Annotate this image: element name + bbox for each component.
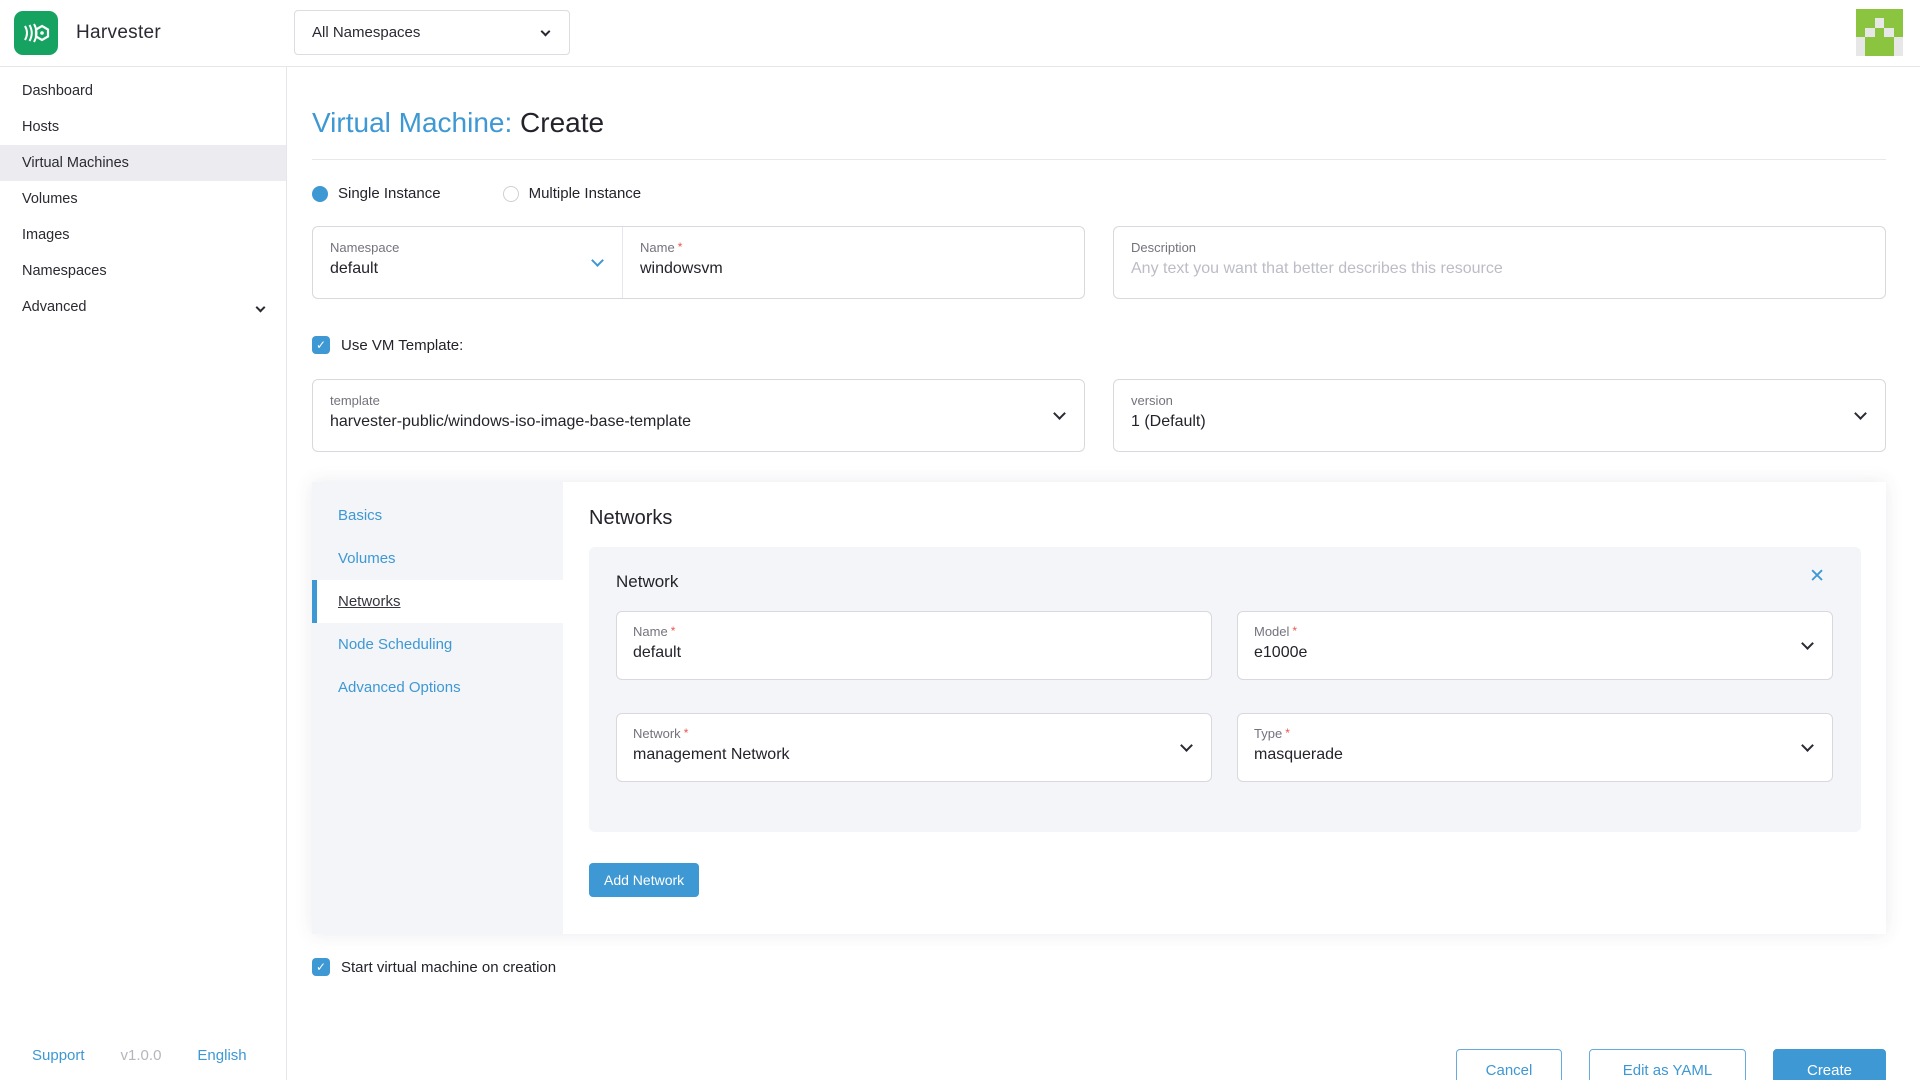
close-icon[interactable]: ✕ (1809, 567, 1825, 586)
sidebar-item-images[interactable]: Images (0, 217, 286, 253)
namespace-label: Namespace (330, 240, 605, 255)
edit-as-yaml-button[interactable]: Edit as YAML (1589, 1049, 1746, 1080)
networks-tab-panel: Networks ✕ Network Name* default Model* … (563, 482, 1886, 934)
description-field[interactable]: Description (1113, 226, 1886, 299)
start-on-creation-row: ✓ Start virtual machine on creation (312, 958, 1886, 976)
sidebar-item-virtual-machines[interactable]: Virtual Machines (0, 145, 286, 181)
sidebar-footer: Support v1.0.0 English (32, 1047, 247, 1064)
instance-mode-group: Single Instance Multiple Instance (312, 185, 1886, 202)
template-row: template harvester-public/windows-iso-im… (312, 379, 1886, 452)
sidebar-item-namespaces[interactable]: Namespaces (0, 253, 286, 289)
use-vm-template-label: Use VM Template: (341, 337, 463, 354)
tab-networks[interactable]: Networks (312, 580, 563, 623)
network-network-select[interactable]: Network* management Network (616, 713, 1212, 782)
use-vm-template-checkbox[interactable]: ✓ (312, 336, 330, 354)
version-select[interactable]: version 1 (Default) (1113, 379, 1886, 452)
start-on-creation-label: Start virtual machine on creation (341, 959, 556, 976)
template-label: template (330, 393, 1067, 408)
network-name-value: default (633, 644, 1195, 662)
top-bar: Harvester All Namespaces (0, 0, 1920, 67)
chevron-down-icon (541, 26, 551, 36)
create-button[interactable]: Create (1773, 1049, 1886, 1080)
sidebar-item-dashboard[interactable]: Dashboard (0, 73, 286, 109)
name-field[interactable]: Name* (623, 227, 1084, 298)
description-input[interactable] (1131, 260, 1868, 278)
radio-unselected-icon (503, 186, 519, 202)
tab-basics[interactable]: Basics (312, 494, 563, 537)
check-icon: ✓ (316, 960, 326, 974)
network-card-title: Network (616, 572, 1833, 592)
name-row: Namespace default Name* Description (312, 226, 1886, 299)
sidebar-item-volumes[interactable]: Volumes (0, 181, 286, 217)
page-title: Virtual Machine: Create (312, 107, 1886, 139)
main-content: Virtual Machine: Create Single Instance … (287, 67, 1920, 976)
language-link[interactable]: English (197, 1047, 246, 1064)
use-vm-template-row: ✓ Use VM Template: (312, 336, 1886, 354)
sidebar-item-advanced[interactable]: Advanced (0, 289, 286, 325)
chevron-down-icon (256, 302, 266, 312)
brand-title: Harvester (76, 22, 161, 44)
tab-volumes[interactable]: Volumes (312, 537, 563, 580)
multiple-instance-radio[interactable]: Multiple Instance (503, 185, 642, 202)
network-type-select[interactable]: Type* masquerade (1237, 713, 1833, 782)
page-title-resource: Virtual Machine: (312, 107, 512, 138)
form-actions: Cancel Edit as YAML Create (1456, 1049, 1886, 1080)
networks-heading: Networks (589, 507, 1861, 530)
network-type-value: masquerade (1254, 746, 1816, 764)
description-label: Description (1131, 240, 1868, 255)
sidebar: Dashboard Hosts Virtual Machines Volumes… (0, 67, 287, 1080)
network-model-select[interactable]: Model* e1000e (1237, 611, 1833, 680)
version-value: 1 (Default) (1131, 413, 1868, 431)
namespace-value: default (330, 260, 605, 278)
version-label: version (1131, 393, 1868, 408)
name-input[interactable] (640, 260, 1067, 278)
page-title-action: Create (520, 107, 604, 138)
network-model-label: Model (1254, 624, 1289, 639)
network-name-field[interactable]: Name* default (616, 611, 1212, 680)
network-network-label: Network (633, 726, 681, 741)
start-on-creation-checkbox[interactable]: ✓ (312, 958, 330, 976)
add-network-button[interactable]: Add Network (589, 863, 699, 897)
template-value: harvester-public/windows-iso-image-base-… (330, 413, 1067, 431)
namespace-select[interactable]: Namespace default (313, 227, 623, 298)
title-divider (312, 159, 1886, 160)
namespace-filter-value: All Namespaces (312, 24, 420, 41)
check-icon: ✓ (316, 338, 326, 352)
support-link[interactable]: Support (32, 1047, 85, 1064)
harvester-logo-icon (14, 11, 58, 55)
single-instance-radio[interactable]: Single Instance (312, 185, 441, 202)
version-label: v1.0.0 (121, 1047, 162, 1064)
network-model-value: e1000e (1254, 644, 1816, 662)
vm-config-section: Basics Volumes Networks Node Scheduling … (312, 482, 1886, 934)
network-name-label: Name (633, 624, 668, 639)
network-network-value: management Network (633, 746, 1195, 764)
network-card: ✕ Network Name* default Model* e1000e Ne… (589, 547, 1861, 832)
namespace-filter-dropdown[interactable]: All Namespaces (294, 10, 570, 55)
sidebar-item-hosts[interactable]: Hosts (0, 109, 286, 145)
cancel-button[interactable]: Cancel (1456, 1049, 1562, 1080)
tab-node-scheduling[interactable]: Node Scheduling (312, 623, 563, 666)
name-label: Name* (640, 240, 1067, 255)
network-type-label: Type (1254, 726, 1282, 741)
tab-advanced-options[interactable]: Advanced Options (312, 666, 563, 709)
template-select[interactable]: template harvester-public/windows-iso-im… (312, 379, 1085, 452)
radio-selected-icon (312, 186, 328, 202)
config-tab-list: Basics Volumes Networks Node Scheduling … (312, 482, 563, 934)
user-avatar[interactable] (1856, 9, 1903, 56)
